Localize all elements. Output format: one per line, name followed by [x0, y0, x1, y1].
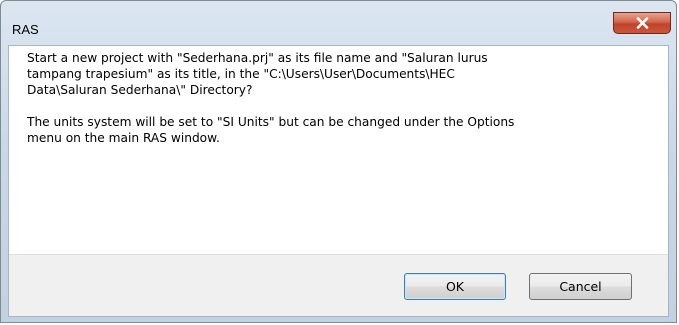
button-bar: OK Cancel: [9, 254, 668, 316]
window-title: RAS: [12, 22, 39, 37]
message-text: Start a new project with "Sederhana.prj"…: [27, 50, 647, 146]
dialog-window: RAS OK Cancel Start a new project with "…: [0, 0, 677, 323]
title-bar[interactable]: RAS: [1, 1, 676, 43]
cancel-button[interactable]: Cancel: [529, 273, 632, 300]
message-paragraph-units: The units system will be set to "SI Unit…: [27, 115, 515, 145]
ok-button[interactable]: OK: [404, 273, 506, 300]
close-icon: [636, 17, 648, 29]
close-button[interactable]: [613, 12, 671, 34]
message-paragraph-project: Start a new project with "Sederhana.prj"…: [27, 51, 488, 97]
